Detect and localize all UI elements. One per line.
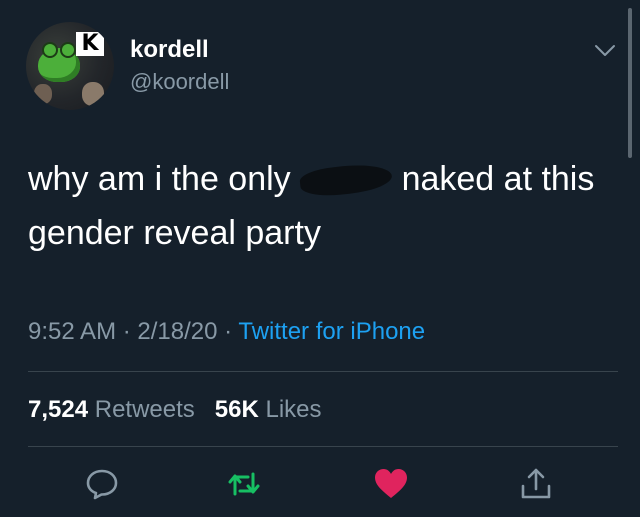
avatar-k-badge: K xyxy=(76,32,104,56)
reply-icon[interactable] xyxy=(84,466,120,502)
person-face xyxy=(82,82,104,106)
tweet-text: why am i the only naked at this gender r… xyxy=(28,152,618,260)
tweet-time: 9:52 AM xyxy=(28,318,117,345)
divider xyxy=(28,371,618,372)
retweets-count: 7,524 xyxy=(28,396,89,423)
meta-separator: · xyxy=(217,318,239,345)
heart-icon[interactable] xyxy=(373,466,409,502)
user-handle[interactable]: @koordell xyxy=(130,69,229,95)
retweets-label: Retweets xyxy=(94,396,195,423)
display-name[interactable]: kordell xyxy=(130,36,209,64)
tweet-source-link[interactable]: Twitter for iPhone xyxy=(238,318,425,345)
meta-separator: · xyxy=(116,318,138,345)
scrollbar[interactable] xyxy=(628,8,632,158)
retweet-icon[interactable] xyxy=(226,466,262,502)
censor-scribble xyxy=(298,161,394,199)
divider xyxy=(28,446,618,447)
tweet-meta: 9:52 AM · 2/18/20 · Twitter for iPhone xyxy=(28,318,425,346)
frog-figure xyxy=(38,42,80,82)
tweet-date: 2/18/20 xyxy=(137,318,218,345)
likes-count: 56K xyxy=(214,396,259,423)
tweet-text-before: why am i the only xyxy=(28,160,301,198)
tweet-stats: 7,524 Retweets 56K Likes xyxy=(28,396,322,424)
likes-stat[interactable]: 56K Likes xyxy=(215,396,322,423)
retweets-stat[interactable]: 7,524 Retweets xyxy=(28,396,195,423)
avatar[interactable]: K xyxy=(26,22,114,110)
person-face xyxy=(34,84,52,104)
share-icon[interactable] xyxy=(518,466,554,502)
likes-label: Likes xyxy=(265,396,322,423)
chevron-down-icon[interactable] xyxy=(594,42,616,58)
